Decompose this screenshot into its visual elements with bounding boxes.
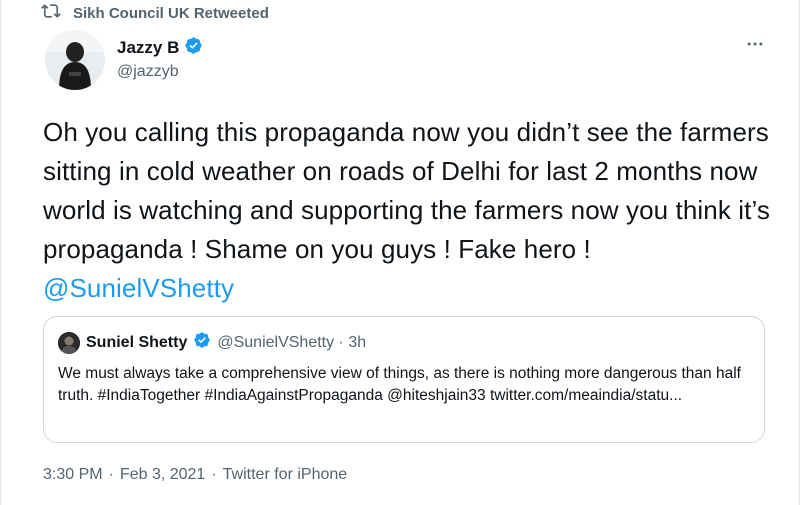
mention-link[interactable]: @SunielVShetty bbox=[43, 273, 234, 303]
author-block: Jazzy B @jazzyb bbox=[117, 36, 203, 81]
tweet-body: Oh you calling this propaganda now you d… bbox=[43, 117, 770, 264]
meta-separator: · bbox=[108, 466, 114, 483]
tweet-card[interactable]: Sikh Council UK Retweeted Jazzy B @jazzy… bbox=[0, 0, 800, 505]
quoted-handle-time: @SunielVShetty · 3h bbox=[217, 333, 367, 351]
tweet-date[interactable]: Feb 3, 2021 bbox=[120, 466, 205, 484]
more-options-button[interactable] bbox=[741, 36, 769, 56]
tweet-text: Oh you calling this propaganda now you d… bbox=[43, 113, 773, 308]
author-handle[interactable]: @jazzyb bbox=[117, 63, 203, 81]
meta-separator: · bbox=[211, 466, 217, 483]
quoted-avatar bbox=[58, 331, 80, 354]
quoted-tweet-text: We must always take a comprehensive view… bbox=[58, 365, 741, 404]
quoted-verified-badge-icon bbox=[193, 331, 211, 354]
more-horizontal-icon bbox=[745, 34, 765, 59]
verified-badge-icon bbox=[184, 36, 203, 60]
quoted-tweet[interactable]: Suniel Shetty @SunielVShetty · 3h We mus… bbox=[43, 316, 765, 443]
tweet-metadata: 3:30 PM · Feb 3, 2021 · Twitter for iPho… bbox=[43, 466, 347, 484]
tweet-time[interactable]: 3:30 PM bbox=[43, 466, 103, 484]
author-avatar[interactable] bbox=[45, 30, 105, 90]
tweet-source[interactable]: Twitter for iPhone bbox=[223, 466, 348, 484]
retweet-context-label: Sikh Council UK Retweeted bbox=[73, 4, 269, 22]
quoted-author-name: Suniel Shetty bbox=[86, 333, 188, 351]
retweet-icon bbox=[41, 1, 61, 25]
retweet-context[interactable]: Sikh Council UK Retweeted bbox=[41, 2, 269, 24]
author-name[interactable]: Jazzy B bbox=[117, 38, 179, 58]
